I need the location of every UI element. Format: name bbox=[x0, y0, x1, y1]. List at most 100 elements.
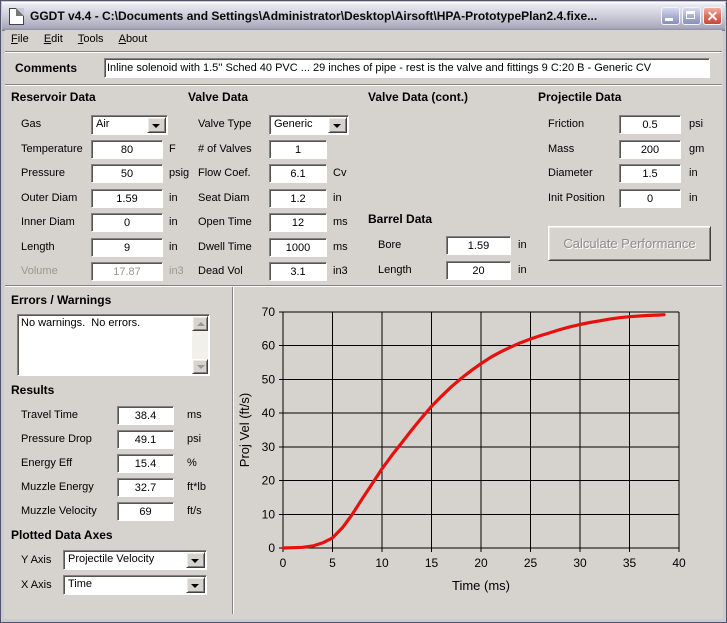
muzzle-energy-field[interactable] bbox=[117, 478, 174, 497]
barrel-title: Barrel Data bbox=[368, 212, 432, 226]
y-tick-label: 10 bbox=[262, 507, 276, 521]
x-axis-dropdown-button[interactable] bbox=[186, 577, 205, 593]
comments-divider bbox=[5, 84, 722, 86]
inner-diam-unit: in bbox=[169, 216, 178, 228]
diameter-label: Diameter bbox=[548, 167, 593, 179]
menu-about[interactable]: About bbox=[113, 30, 154, 47]
temperature-label: Temperature bbox=[21, 143, 83, 155]
y-axis-dropdown-button[interactable] bbox=[186, 552, 205, 568]
seat-diam-label: Seat Diam bbox=[198, 192, 249, 204]
chevron-down-icon bbox=[152, 124, 160, 128]
app-icon bbox=[9, 8, 24, 25]
x-tick-label: 35 bbox=[623, 556, 637, 570]
muzzle-velocity-label: Muzzle Velocity bbox=[21, 505, 97, 517]
y-tick-label: 40 bbox=[262, 406, 276, 420]
menu-file[interactable]: File bbox=[5, 30, 35, 47]
volume-label: Volume bbox=[21, 265, 58, 277]
calculate-performance-button[interactable]: Calculate Performance bbox=[548, 226, 711, 261]
x-axis-select[interactable]: Time bbox=[63, 575, 207, 595]
open-time-unit: ms bbox=[333, 216, 348, 228]
pressure-drop-unit: psi bbox=[187, 433, 201, 445]
errors-textarea[interactable]: No warnings. No errors. bbox=[17, 314, 210, 376]
chevron-down-icon bbox=[333, 124, 341, 128]
x-tick-label: 0 bbox=[280, 556, 287, 570]
scroll-up-button[interactable] bbox=[192, 316, 208, 331]
mass-field[interactable] bbox=[619, 140, 681, 159]
init-position-label: Init Position bbox=[548, 192, 605, 204]
friction-label: Friction bbox=[548, 118, 584, 130]
outer-diam-label: Outer Diam bbox=[21, 192, 77, 204]
menu-bar: File Edit Tools About bbox=[5, 30, 722, 50]
pressure-field[interactable] bbox=[91, 164, 163, 183]
velocity-time-chart: 0510152025303540010203040506070Time (ms)… bbox=[235, 292, 724, 618]
dead-vol-field[interactable] bbox=[269, 262, 327, 281]
x-tick-label: 5 bbox=[329, 556, 336, 570]
flow-coef-field[interactable] bbox=[269, 164, 327, 183]
y-axis-select[interactable]: Projectile Velocity bbox=[63, 550, 207, 570]
menu-tools[interactable]: Tools bbox=[72, 30, 110, 47]
num-valves-label: # of Valves bbox=[198, 143, 252, 155]
init-position-field[interactable] bbox=[619, 189, 681, 208]
menu-edit[interactable]: Edit bbox=[38, 30, 69, 47]
bore-label: Bore bbox=[378, 239, 401, 251]
muzzle-energy-label: Muzzle Energy bbox=[21, 481, 94, 493]
open-time-field[interactable] bbox=[269, 213, 327, 232]
comments-input[interactable] bbox=[104, 58, 710, 78]
inner-diam-field[interactable] bbox=[91, 213, 163, 232]
column-divider bbox=[232, 287, 234, 614]
reservoir-title: Reservoir Data bbox=[11, 90, 96, 104]
x-tick-label: 10 bbox=[375, 556, 389, 570]
barrel-length-field[interactable] bbox=[446, 261, 511, 280]
minimize-button[interactable] bbox=[661, 7, 680, 25]
gas-select[interactable]: Air bbox=[91, 115, 168, 135]
chevron-down-icon bbox=[191, 584, 199, 588]
x-tick-label: 40 bbox=[672, 556, 686, 570]
mass-unit: gm bbox=[689, 143, 704, 155]
travel-time-unit: ms bbox=[187, 409, 202, 421]
travel-time-field[interactable] bbox=[117, 406, 174, 425]
temperature-field[interactable] bbox=[91, 140, 163, 159]
outer-diam-unit: in bbox=[169, 192, 178, 204]
x-tick-label: 15 bbox=[425, 556, 439, 570]
dead-vol-label: Dead Vol bbox=[198, 265, 243, 277]
energy-eff-field[interactable] bbox=[117, 454, 174, 473]
outer-diam-field[interactable] bbox=[91, 189, 163, 208]
length-field[interactable] bbox=[91, 238, 163, 257]
errors-text: No warnings. No errors. bbox=[21, 317, 189, 329]
num-valves-field[interactable] bbox=[269, 140, 327, 159]
gas-label: Gas bbox=[21, 118, 41, 130]
temperature-unit: F bbox=[169, 143, 176, 155]
muzzle-velocity-field[interactable] bbox=[117, 502, 174, 521]
valve-title: Valve Data bbox=[188, 90, 248, 104]
app-window: GGDT v4.4 - C:\Documents and Settings\Ad… bbox=[0, 0, 727, 623]
diameter-field[interactable] bbox=[619, 164, 681, 183]
friction-field[interactable] bbox=[619, 115, 681, 134]
seat-diam-field[interactable] bbox=[269, 189, 327, 208]
length-label: Length bbox=[21, 241, 55, 253]
velocity-curve bbox=[283, 315, 664, 548]
scroll-down-button[interactable] bbox=[192, 359, 208, 374]
minimize-icon bbox=[665, 18, 673, 21]
valve-type-dropdown-button[interactable] bbox=[328, 117, 347, 133]
y-tick-label: 70 bbox=[262, 305, 276, 319]
init-position-unit: in bbox=[689, 192, 698, 204]
length-unit: in bbox=[169, 241, 178, 253]
pressure-drop-label: Pressure Drop bbox=[21, 433, 92, 445]
valve-type-value: Generic bbox=[274, 118, 313, 130]
title-bar[interactable]: GGDT v4.4 - C:\Documents and Settings\Ad… bbox=[2, 2, 725, 31]
x-tick-label: 20 bbox=[474, 556, 488, 570]
muzzle-velocity-unit: ft/s bbox=[187, 505, 202, 517]
maximize-button[interactable] bbox=[682, 7, 701, 25]
y-tick-label: 30 bbox=[262, 440, 276, 454]
open-time-label: Open Time bbox=[198, 216, 252, 228]
close-button[interactable] bbox=[703, 7, 722, 25]
pressure-drop-field[interactable] bbox=[117, 430, 174, 449]
errors-title: Errors / Warnings bbox=[11, 293, 111, 307]
bore-field[interactable] bbox=[446, 236, 511, 255]
bore-unit: in bbox=[518, 239, 527, 251]
gas-dropdown-button[interactable] bbox=[147, 117, 166, 133]
errors-scrollbar[interactable] bbox=[192, 316, 208, 374]
dwell-time-field[interactable] bbox=[269, 238, 327, 257]
gas-value: Air bbox=[96, 118, 109, 130]
valve-type-select[interactable]: Generic bbox=[269, 115, 349, 135]
